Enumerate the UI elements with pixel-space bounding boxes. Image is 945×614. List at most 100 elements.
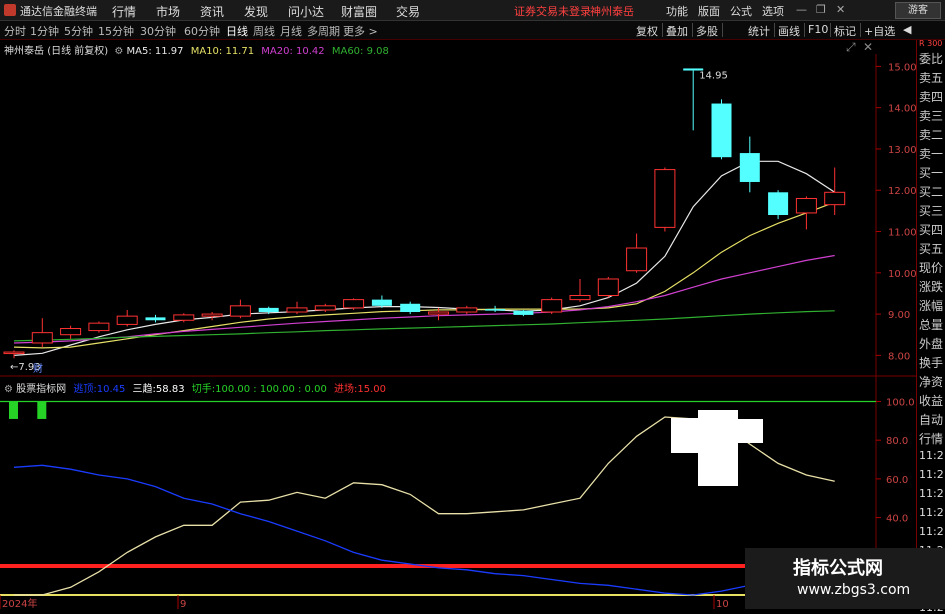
period-15min[interactable]: 15分钟 (98, 23, 134, 39)
quote-field-label: 总量 (919, 318, 944, 332)
quote-field-label: 买五 (919, 242, 944, 256)
period-timeshare[interactable]: 分时 (4, 23, 26, 39)
toolbar-divider (662, 23, 663, 37)
quote-field-label: 买三 (919, 204, 944, 218)
guest-button[interactable]: 游客 (895, 2, 941, 19)
candlesticks (3, 68, 846, 359)
candle-body-up (31, 332, 53, 344)
watermark-title: 指标公式网 (793, 558, 883, 579)
quote-field-label: 涨幅 (919, 299, 944, 313)
price-tick-label: 13.00 (888, 145, 916, 156)
btn-draw[interactable]: 画线 (778, 23, 800, 39)
close-icon[interactable]: ✕ (836, 3, 845, 16)
candle-body-up (456, 307, 478, 313)
btn-collapse[interactable]: ◀ (903, 23, 911, 36)
ma-line-ma10 (13, 201, 835, 349)
candle-body-up (795, 197, 817, 214)
menu-ask[interactable]: 问小达 (288, 3, 324, 20)
quote-field-label[interactable]: 11:2 (919, 487, 944, 500)
login-warning[interactable]: 证券交易未登录 (514, 3, 591, 19)
period-toolbar: 分时 1分钟 5分钟 15分钟 30分钟 60分钟 日线 周线 月线 多周期 更… (0, 21, 945, 40)
ma-lines (13, 160, 836, 356)
quote-field-label[interactable]: 11:2 (919, 468, 944, 481)
candle-body-up (229, 305, 251, 317)
quote-field-label[interactable]: 自动 (919, 411, 943, 428)
quote-field-label: 卖一 (919, 147, 944, 161)
period-multi[interactable]: 多周期 (307, 23, 340, 39)
restore-icon[interactable]: ❐ (816, 3, 826, 16)
period-daily[interactable]: 日线 (226, 23, 248, 39)
quote-field-label: 换手 (919, 356, 944, 370)
price-tick-label: 15.00 (888, 62, 916, 73)
btn-overlay[interactable]: 叠加 (666, 23, 688, 39)
candle-body-down (258, 307, 279, 313)
candle-body-down (739, 153, 760, 182)
signal-bar (37, 401, 47, 419)
indicator-tick-label: 60.0 (886, 475, 908, 486)
btn-restore-rights[interactable]: 复权 (636, 23, 658, 39)
candle-body-up (824, 191, 846, 206)
btn-f10[interactable]: F10 (808, 23, 828, 36)
indicator-tick-label: 80.0 (886, 436, 908, 447)
price-tick-label: 14.00 (888, 104, 916, 115)
quote-field-label: 净资 (919, 375, 944, 389)
quote-field-label: 卖五 (919, 71, 944, 85)
quote-field-label: 买一 (919, 166, 944, 180)
date-tick-label: 2024年 (2, 597, 37, 609)
candle-body-down (768, 192, 789, 215)
candle-body-up (626, 247, 648, 272)
btn-mark[interactable]: 标记 (834, 23, 856, 39)
btn-multi-stock[interactable]: 多股 (696, 23, 718, 39)
toolbar-divider (830, 23, 831, 37)
toolbar-divider (692, 23, 693, 37)
stock-tag: 神州泰岳 (590, 5, 634, 18)
quote-panel: R 300 委比 卖五 卖四 卖三 卖二 卖一 买一 买二 买三 买四 买五 现价 涨跌 涨幅 总量 外盘 换手… (916, 39, 945, 614)
quote-field-label[interactable]: 11:2 (919, 449, 944, 462)
price-axis: 8.00 9.00 10.00 11.00 12.00 13.00 14.00 15.00 (876, 62, 916, 362)
menu-options[interactable]: 选项 (762, 3, 784, 19)
candle-body-up (569, 295, 591, 301)
menu-wealth[interactable]: 财富圈 (341, 3, 377, 20)
menu-market[interactable]: 市场 (156, 3, 180, 20)
btn-add-favorite[interactable]: +自选 (864, 23, 895, 39)
menu-news[interactable]: 资讯 (200, 3, 224, 20)
quote-field-label: 卖四 (919, 90, 944, 104)
candle-body-up (88, 322, 110, 332)
price-tick-label: 9.00 (888, 310, 910, 321)
price-tick-label: 12.00 (888, 186, 916, 197)
quote-field-label: 外盘 (919, 337, 944, 351)
quote-field-label: 涨跌 (919, 280, 944, 294)
candle-body-up (597, 278, 619, 297)
chart-area[interactable]: 8.00 9.00 10.00 11.00 12.00 13.00 14.00 15.00 1… (0, 40, 916, 609)
candle-body-down (400, 303, 421, 313)
menu-layout[interactable]: 版面 (698, 3, 720, 19)
menu-trade[interactable]: 交易 (396, 3, 420, 20)
menu-function[interactable]: 功能 (666, 3, 688, 19)
period-weekly[interactable]: 周线 (253, 23, 275, 39)
quote-field-label[interactable]: 行情 (919, 430, 943, 447)
high-price-label: 14.95 (699, 70, 728, 81)
candle-body-up (428, 311, 449, 315)
stock-code: R 300 (919, 39, 943, 48)
period-5min[interactable]: 5分钟 (64, 23, 93, 39)
period-30min[interactable]: 30分钟 (140, 23, 176, 39)
menu-hq[interactable]: 行情 (112, 3, 136, 20)
period-1min[interactable]: 1分钟 (30, 23, 59, 39)
finance-marker[interactable]: 财 (33, 362, 43, 375)
candle-body-up (173, 314, 195, 321)
quote-field-label: 委比 (919, 52, 944, 66)
price-tick-label: 11.00 (888, 228, 916, 239)
period-monthly[interactable]: 月线 (280, 23, 302, 39)
indicator-tick-label: 100.0 (886, 397, 915, 408)
candle-body-down (145, 317, 166, 321)
btn-statistics[interactable]: 统计 (748, 23, 770, 39)
menu-discover[interactable]: 发现 (244, 3, 268, 20)
minimize-icon[interactable]: — (796, 3, 807, 16)
period-60min[interactable]: 60分钟 (184, 23, 220, 39)
quote-field-label[interactable]: 11:2 (919, 525, 944, 538)
quote-field-label[interactable]: 11:2 (919, 506, 944, 519)
price-tick-label: 10.00 (888, 269, 916, 280)
menu-formula[interactable]: 公式 (730, 3, 752, 19)
period-more[interactable]: 更多 > (343, 23, 378, 39)
signal-bar (9, 401, 18, 419)
